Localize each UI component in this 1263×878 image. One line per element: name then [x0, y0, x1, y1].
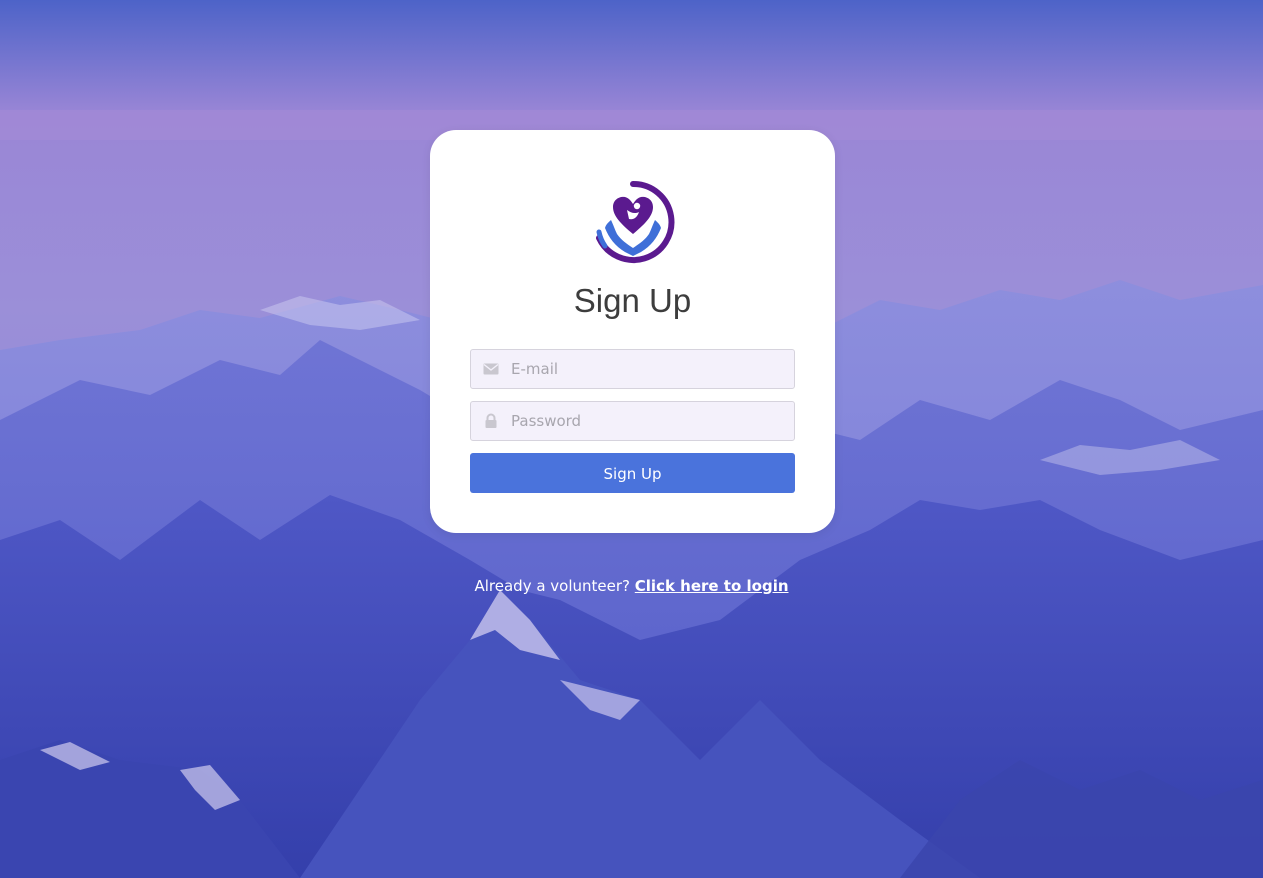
login-prompt-text: Already a volunteer? — [474, 577, 630, 595]
envelope-icon — [483, 361, 499, 377]
email-input[interactable] — [511, 350, 786, 388]
signup-card: Sign Up Sign Up — [430, 130, 835, 533]
email-field[interactable] — [470, 349, 795, 389]
login-link[interactable]: Click here to login — [635, 577, 789, 595]
sign-up-button[interactable]: Sign Up — [470, 453, 795, 493]
page-title: Sign Up — [573, 282, 692, 319]
password-input[interactable] — [511, 402, 786, 440]
login-prompt: Already a volunteer? Click here to login — [0, 577, 1263, 595]
heart-in-hands-icon — [591, 180, 675, 264]
password-field[interactable] — [470, 401, 795, 441]
lock-icon — [483, 413, 499, 429]
